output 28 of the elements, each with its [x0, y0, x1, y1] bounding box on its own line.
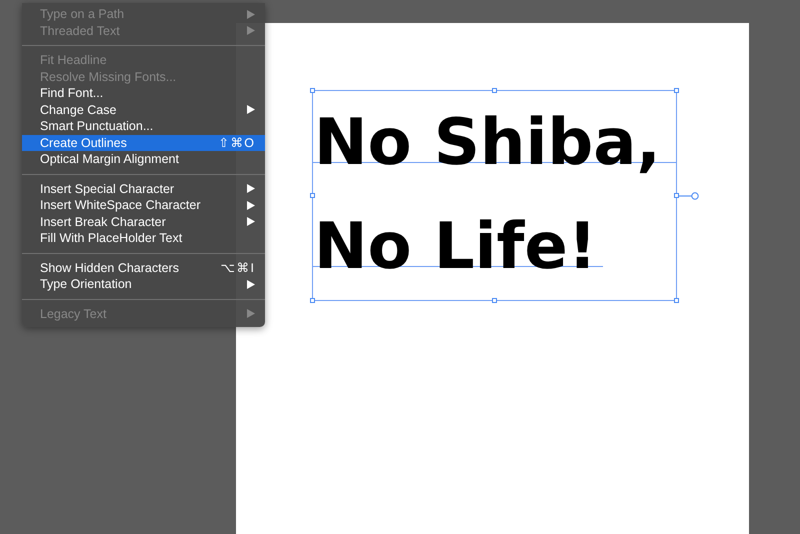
headline-text: No Life!: [314, 209, 597, 286]
selection-handle[interactable]: [674, 88, 679, 93]
selection-handle[interactable]: [674, 192, 679, 198]
menu-item[interactable]: Insert Special Character: [22, 180, 265, 197]
selection-handle[interactable]: [310, 192, 315, 198]
shortcut-text: ⇧⌘O: [218, 135, 255, 150]
menu-item[interactable]: Insert WhiteSpace Character: [22, 197, 265, 214]
menu-item[interactable]: Insert Break Character: [22, 214, 265, 230]
selection-handle[interactable]: [674, 298, 679, 303]
menu-item[interactable]: Change Case: [22, 102, 265, 118]
menu-item[interactable]: Type Orientation: [22, 276, 265, 292]
menu-item[interactable]: Find Font...: [22, 85, 265, 102]
text-frame[interactable]: No Shiba, No Life!: [312, 90, 677, 301]
headline-text: No Shiba,: [314, 105, 661, 182]
menu-item[interactable]: Smart Punctuation...: [22, 118, 265, 134]
menu-item[interactable]: Optical Margin Alignment: [22, 151, 265, 168]
selection-handle[interactable]: [492, 298, 496, 303]
out-port-icon[interactable]: [679, 191, 699, 201]
selection-handle[interactable]: [492, 88, 496, 93]
menu-item[interactable]: Fill With PlaceHolder Text: [22, 230, 265, 246]
submenu-arrow-icon: [247, 280, 255, 289]
shortcut-text: ⌥⌘I: [220, 260, 255, 276]
submenu-arrow-icon: [247, 309, 255, 318]
selection-handle[interactable]: [310, 88, 315, 93]
menu-item[interactable]: Show Hidden Characters ⌥⌘I: [22, 260, 265, 276]
submenu-arrow-icon: [247, 105, 255, 114]
selection-handle[interactable]: [310, 298, 315, 303]
menu-item[interactable]: Create Outlines ⇧⌘O: [22, 134, 265, 151]
